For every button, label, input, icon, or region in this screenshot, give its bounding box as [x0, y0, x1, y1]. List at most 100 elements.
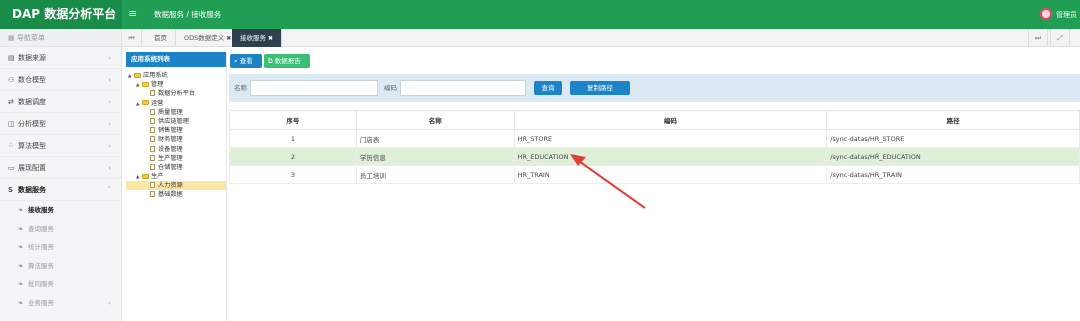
tree-node-label: 财务管理: [158, 136, 183, 144]
sidebar-title: ▦ 导航菜单: [0, 29, 121, 47]
user-avatar-icon[interactable]: [1040, 8, 1052, 20]
table-row[interactable]: 3 员工培训 HR_TRAIN/sync-datas/HR_TRAIN: [229, 165, 1080, 184]
document-icon: [150, 182, 155, 189]
sidebar-item[interactable]: S 数据服务 ˇ: [0, 179, 121, 201]
chevron-icon: ‹: [108, 98, 111, 106]
tree-leaf-node[interactable]: 人力资源: [126, 181, 226, 191]
tree-leaf-node[interactable]: 销售管理: [126, 126, 226, 135]
tree-leaf-node[interactable]: 基础数据: [126, 190, 226, 199]
tree-node-label: 销售管理: [158, 127, 183, 135]
tab-ods-definition[interactable]: ODS数据定义 ✖: [176, 29, 241, 47]
leaf-icon: ❧: [18, 261, 24, 270]
close-icon[interactable]: ✖: [268, 35, 273, 42]
tree-folder-node[interactable]: ▲ 管理: [126, 80, 226, 89]
menu-toggle-icon[interactable]: ≡: [128, 7, 137, 21]
tree-node-label: 供应链管理: [158, 117, 189, 125]
sidebar-subitem-label: 批同服务: [28, 280, 54, 288]
tab-receive-service[interactable]: 接收服务 ✖: [232, 29, 283, 47]
copy-path-button[interactable]: 复制路径: [570, 81, 630, 95]
user-name[interactable]: 管理员: [1056, 10, 1077, 20]
document-icon: [150, 191, 155, 198]
sidebar-item[interactable]: ⇄ 数据调度 ‹: [0, 91, 121, 113]
sidebar-subitem[interactable]: ❧ 业务服务 ‹: [0, 294, 121, 313]
document-icon: [150, 136, 155, 143]
name-cell: 门店表: [355, 129, 515, 148]
fullscreen-icon[interactable]: ⤢: [1050, 29, 1070, 47]
tree-leaf-node[interactable]: 供应链管理: [126, 117, 226, 126]
sidebar-item[interactable]: ◫ 分析模型 ‹: [0, 113, 121, 135]
sidebar-item[interactable]: ▤ 数据来源 ‹: [0, 47, 121, 69]
document-icon: [150, 117, 155, 124]
row-index-cell: 2: [229, 147, 357, 166]
service-icon: S: [8, 186, 14, 194]
tree-folder-node[interactable]: ▲ 生产: [126, 172, 226, 181]
code-input[interactable]: [400, 80, 526, 96]
chevron-icon: ‹: [108, 164, 111, 172]
row-index-cell: 3: [229, 165, 357, 184]
sidebar-subitem[interactable]: ❧ 接收服务: [0, 201, 121, 220]
sidebar-item[interactable]: ▭ 展现配置 ‹: [0, 157, 121, 179]
row-index-cell: 1: [229, 129, 357, 148]
tree-leaf-node[interactable]: 财务管理: [126, 135, 226, 144]
chevron-icon: ‹: [108, 76, 111, 84]
name-input[interactable]: [250, 80, 378, 96]
tree-node-label: 数据分析平台: [158, 90, 196, 98]
document-icon: [150, 108, 155, 115]
query-button[interactable]: 查询: [534, 81, 562, 95]
sidebar-subitem[interactable]: ❧ 批同服务: [0, 275, 121, 294]
leaf-icon: ❧: [18, 280, 24, 288]
tree-leaf-node[interactable]: 质量管理: [126, 108, 226, 117]
schedule-icon: ⇄: [8, 98, 14, 106]
column-header[interactable]: 序号: [229, 110, 357, 130]
tree-leaf-node[interactable]: 生产管理: [126, 154, 226, 163]
close-icon[interactable]: ✖: [226, 35, 231, 42]
tab-back-icon[interactable]: ⏮: [122, 29, 142, 47]
sidebar-subitem[interactable]: ❧ 算法服务: [0, 257, 121, 276]
leaf-icon: ❧: [18, 206, 24, 214]
leaf-icon: ❧: [18, 298, 24, 307]
sidebar-item-label: 数据服务: [18, 186, 46, 194]
sidebar-item-label: 数据调度: [18, 98, 46, 106]
sidebar-subitem[interactable]: ❧ 统计服务: [0, 238, 121, 257]
top-header: DAP 数据分析平台 ≡ 数据服务 / 接收服务 管理员: [0, 0, 1080, 29]
tree-folder-node[interactable]: ▲ 运营: [126, 99, 226, 108]
sidebar-subitem[interactable]: ❧ 查询服务: [0, 220, 121, 239]
table-row[interactable]: 1 门店表 HR_STORE/sync-datas/HR_STORE: [229, 129, 1080, 148]
tree-node-label: 管理: [151, 81, 164, 89]
table-row[interactable]: 2 学历信息 HR_EDUCATION/sync-datas/HR_EDUCATIO…: [229, 147, 1080, 166]
name-cell: 学历信息: [355, 147, 515, 166]
sidebar-subitem-label: 接收服务: [28, 206, 54, 214]
sidebar-item[interactable]: ⚇ 数仓模型 ‹: [0, 69, 121, 91]
tree-leaf-node[interactable]: 仓储管理: [126, 163, 226, 172]
column-header[interactable]: 名称: [355, 110, 515, 130]
chevron-icon: ˇ: [107, 186, 112, 194]
database-icon: ▤: [8, 54, 15, 62]
sidebar-item-label: 数仓模型: [18, 76, 46, 84]
column-header[interactable]: 编码: [513, 110, 828, 130]
export-report-button[interactable]: ⧉ 数据报告: [264, 54, 310, 68]
document-icon: [150, 163, 155, 170]
nav-menu-icon: ▦: [8, 34, 17, 42]
sidebar-item-label: 算法模型: [18, 142, 46, 150]
document-icon: [150, 154, 155, 161]
view-button[interactable]: ⌕ 查看: [230, 54, 262, 68]
folder-icon: [142, 81, 149, 87]
filter-bar: 名称 编码 查询 复制路径: [229, 74, 1080, 102]
tree-node-label: 基础数据: [158, 191, 183, 199]
column-header[interactable]: 路径: [826, 110, 1080, 130]
tree-leaf-node[interactable]: 数据分析平台: [126, 89, 226, 98]
sidebar-item[interactable]: ⁘ 算法模型 ‹: [0, 135, 121, 157]
folder-icon: [134, 72, 141, 78]
app-brand[interactable]: DAP 数据分析平台: [0, 0, 122, 29]
tree-leaf-node[interactable]: 设备管理: [126, 145, 226, 154]
tab-forward-icon[interactable]: ⏭: [1028, 29, 1048, 47]
tab-home[interactable]: 首页: [146, 29, 176, 47]
tree-folder-node[interactable]: ▲ 应用系统: [126, 71, 226, 80]
document-icon: [150, 90, 155, 97]
sidebar-item-label: 展现配置: [18, 164, 46, 172]
sidebar: ▦ 导航菜单 ▤ 数据来源 ‹ ⚇ 数仓模型 ‹ ⇄ 数据调度 ‹ ◫ 分析模型 ‹ ⁘ 算法模型 ‹ ▭ 展现…: [0, 29, 122, 321]
sidebar-subitem-label: 查询服务: [28, 224, 54, 233]
code-cell: HR_STORE: [513, 129, 828, 148]
tree-node-label: 仓储管理: [158, 163, 183, 171]
sidebar-subitem-label: 算法服务: [28, 261, 54, 270]
